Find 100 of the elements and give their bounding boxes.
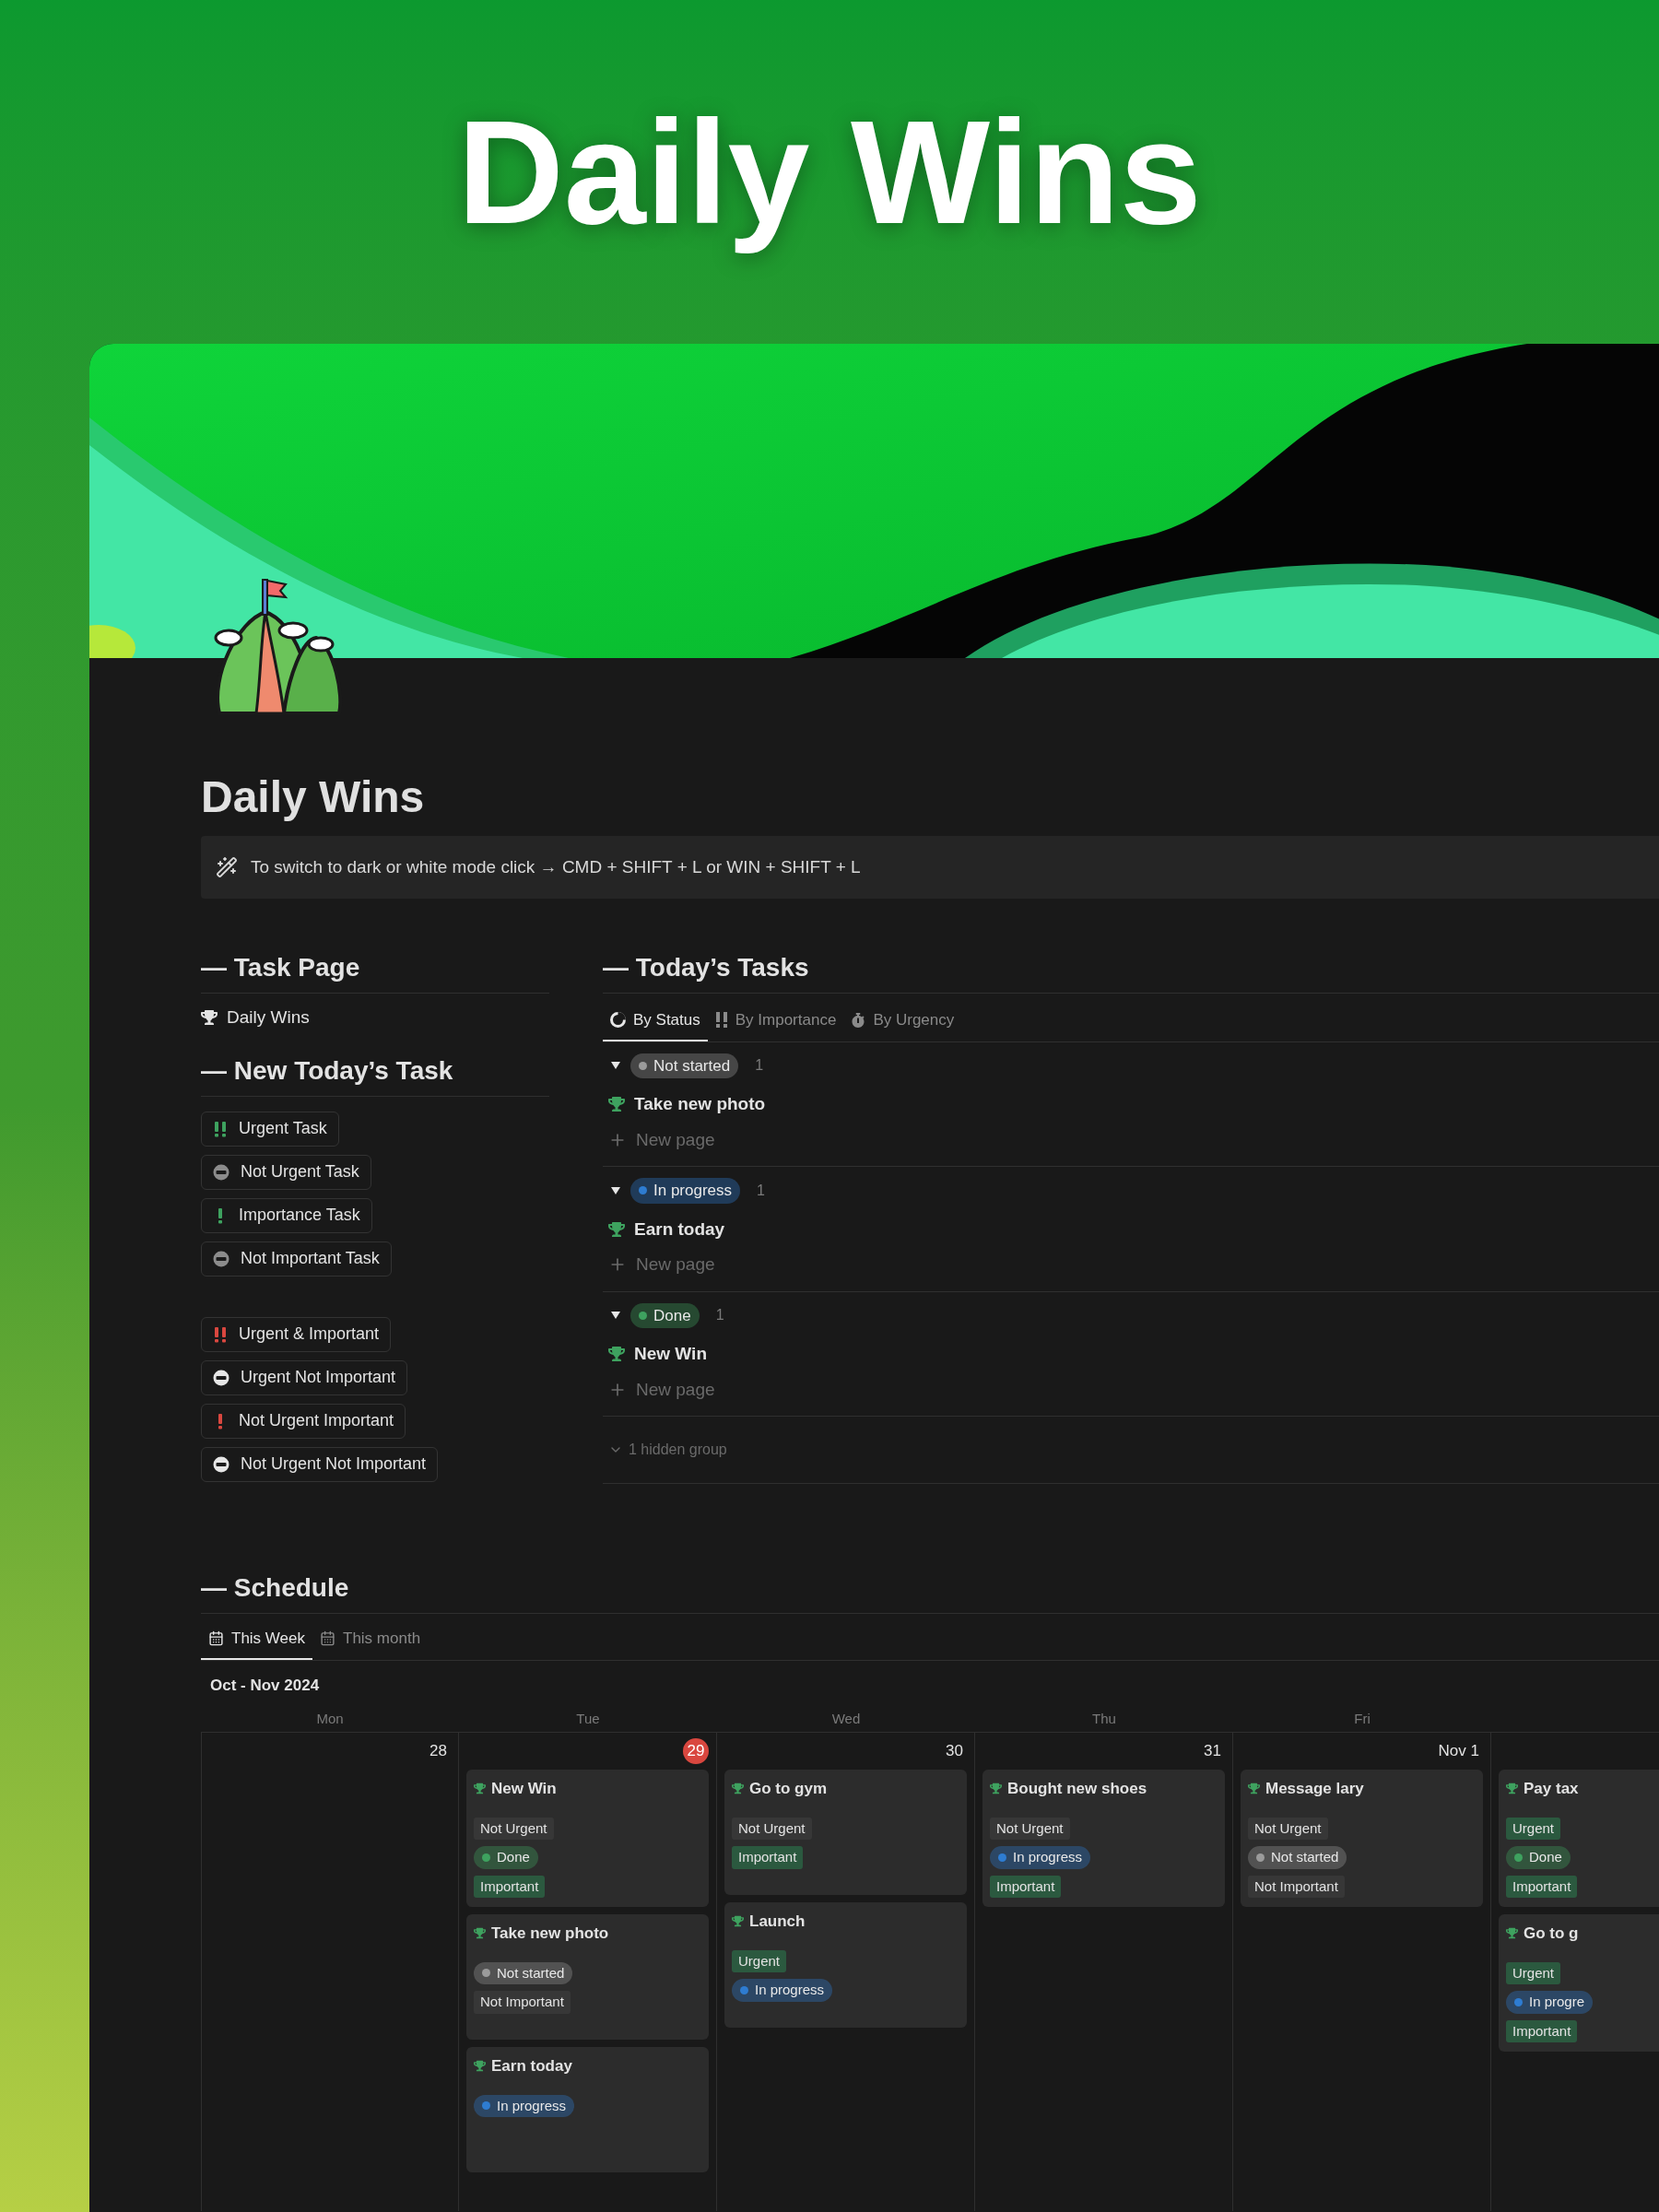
property-tag: Important <box>732 1846 804 1869</box>
property-tag: Not Important <box>1248 1875 1345 1898</box>
date-range: Oct - Nov 2024 <box>210 1675 320 1696</box>
today-date: 29 <box>683 1738 709 1764</box>
view-tab[interactable]: By Status <box>603 1003 708 1041</box>
event-title: Message lary <box>1265 1779 1364 1799</box>
property-tag: Urgent <box>1506 1817 1561 1840</box>
property-tag: Not Urgent <box>474 1817 554 1840</box>
status-pill: In progre <box>1506 1991 1594 2014</box>
property-tag: Important <box>1506 2019 1578 2042</box>
status-pill: In progress <box>732 1979 833 2002</box>
template-button[interactable]: Importance Task <box>201 1197 372 1233</box>
event-card[interactable]: Pay tax Urgent Done Important <box>1499 1770 1659 1907</box>
trophy-icon <box>608 1346 625 1363</box>
double-exclamation-icon <box>714 1012 728 1029</box>
group-count: 1 <box>755 1056 764 1076</box>
property-tag: Important <box>1506 1875 1578 1898</box>
status-pill: Done <box>1506 1846 1571 1869</box>
template-button[interactable]: Urgent & Important <box>201 1316 392 1352</box>
template-button[interactable]: Urgent Not Important <box>201 1359 408 1395</box>
event-card[interactable]: Bought new shoes Not Urgent In progress Important <box>982 1770 1225 1907</box>
trophy-icon <box>732 1915 744 1928</box>
section-heading: — New Today’s Task <box>201 1054 454 1087</box>
page-title: Daily Wins <box>201 771 426 823</box>
event-title: Earn today <box>491 2056 572 2077</box>
pie-chart-icon <box>610 1012 626 1029</box>
trophy-icon <box>1248 1783 1260 1795</box>
trophy-icon <box>608 1220 625 1238</box>
section-heading: — Task Page <box>201 952 361 983</box>
view-tab[interactable]: By Importance <box>707 1003 844 1041</box>
task-item[interactable]: Take new photo <box>608 1091 1659 1118</box>
event-title: Go to gym <box>749 1779 828 1799</box>
weekday-label: Tue <box>576 1709 600 1728</box>
magic-wand-icon <box>216 856 238 878</box>
day-number: 28 <box>429 1741 448 1762</box>
trophy-icon <box>474 1927 486 1940</box>
template-button[interactable]: Not Important Task <box>201 1241 392 1277</box>
trophy-icon <box>732 1783 744 1795</box>
calendar-icon <box>320 1630 335 1647</box>
trophy-icon <box>1506 1783 1518 1795</box>
event-title: New Win <box>491 1779 557 1799</box>
section-heading: — Schedule <box>201 1572 350 1604</box>
trophy-icon <box>474 2060 486 2073</box>
task-item[interactable]: Earn today <box>608 1216 1659 1242</box>
task-item[interactable]: New Win <box>608 1341 1659 1368</box>
property-tag: Not Urgent <box>990 1817 1070 1840</box>
template-button[interactable]: Not Urgent Important <box>201 1403 406 1439</box>
event-card[interactable]: Message lary Not Urgent Not started Not Important <box>1241 1770 1483 1907</box>
calendar-icon <box>208 1630 224 1647</box>
event-title: Go to g <box>1524 1924 1579 1944</box>
weekday-label: Thu <box>1092 1709 1116 1728</box>
event-card[interactable]: New Win Not Urgent Done Important <box>466 1770 709 1907</box>
status-pill: Not started <box>630 1053 739 1078</box>
property-tag: Important <box>474 1875 546 1898</box>
trophy-icon <box>474 1783 486 1795</box>
event-card[interactable]: Earn today In progress <box>466 2047 709 2172</box>
trophy-icon <box>1506 1927 1518 1940</box>
status-pill: Not started <box>474 1961 573 1984</box>
status-pill: In progress <box>990 1846 1091 1869</box>
section-heading: — Today’s Tasks <box>603 952 810 983</box>
group-count: 1 <box>715 1306 724 1325</box>
day-number: 30 <box>946 1741 964 1762</box>
property-tag: Urgent <box>1506 1961 1561 1984</box>
template-button[interactable]: Urgent Task <box>201 1111 339 1147</box>
page-link[interactable]: Daily Wins <box>201 1005 549 1031</box>
event-title: Bought new shoes <box>1007 1779 1147 1799</box>
weekday-label: Mon <box>316 1709 344 1728</box>
callout-text: To switch to dark or white mode click → CMD + SHIFT + L or WIN + SHIFT + L <box>251 855 861 878</box>
status-pill: Not started <box>1248 1846 1347 1869</box>
event-title: Launch <box>749 1912 806 1932</box>
trophy-icon <box>201 1009 218 1027</box>
property-tag: Not Important <box>474 1991 571 2014</box>
event-title: Take new photo <box>491 1924 609 1944</box>
event-card[interactable]: Go to g Urgent In progre Important <box>1499 1914 1659 2052</box>
status-pill: Done <box>630 1302 700 1328</box>
view-tab[interactable]: By Urgency <box>843 1003 962 1041</box>
event-title: Pay tax <box>1524 1779 1579 1799</box>
status-pill: In progress <box>630 1178 741 1204</box>
collapse-triangle-icon[interactable] <box>610 1184 621 1196</box>
view-tab[interactable]: This Week <box>201 1621 312 1660</box>
stopwatch-icon <box>851 1012 866 1028</box>
event-card[interactable]: Go to gym Not Urgent Important <box>724 1770 967 1895</box>
status-pill: Done <box>474 1846 538 1869</box>
status-pill: In progress <box>474 2094 575 2117</box>
event-card[interactable]: Take new photo Not started Not Important <box>466 1914 709 2040</box>
property-tag: Urgent <box>732 1949 787 1972</box>
property-tag: Important <box>990 1875 1062 1898</box>
day-number: 31 <box>1204 1741 1222 1762</box>
event-card[interactable]: Launch Urgent In progress <box>724 1902 967 2028</box>
group-count: 1 <box>757 1181 765 1200</box>
trophy-icon <box>608 1096 625 1113</box>
trophy-icon <box>990 1783 1002 1795</box>
weekday-label: Wed <box>831 1709 861 1728</box>
property-tag: Not Urgent <box>1248 1817 1328 1840</box>
weekday-label: Fri <box>1354 1709 1371 1728</box>
template-button[interactable]: Not Urgent Task <box>201 1154 371 1190</box>
view-tab[interactable]: This month <box>312 1621 429 1660</box>
property-tag: Not Urgent <box>732 1817 812 1840</box>
template-button[interactable]: Not Urgent Not Important <box>201 1446 439 1482</box>
day-number: Nov 1 <box>1438 1741 1480 1762</box>
